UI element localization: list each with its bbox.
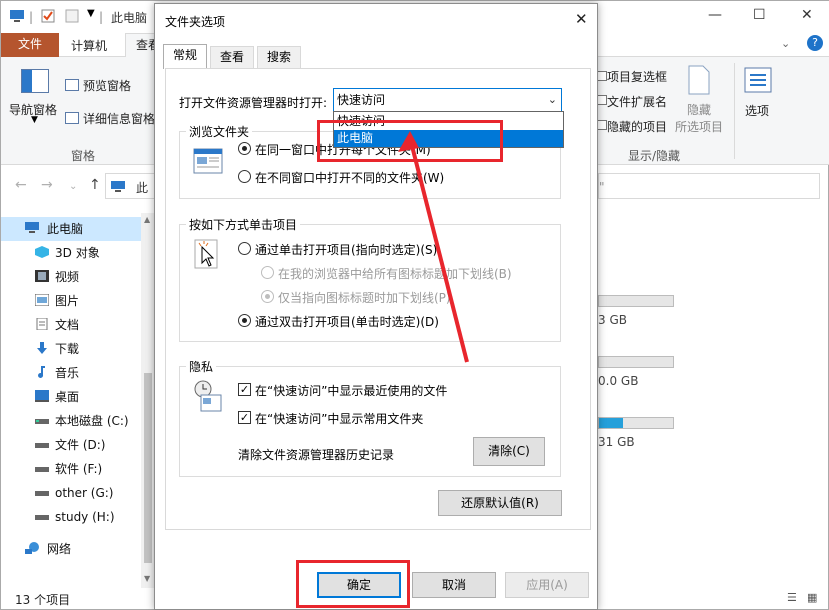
annotation-arrow bbox=[398, 131, 469, 363]
